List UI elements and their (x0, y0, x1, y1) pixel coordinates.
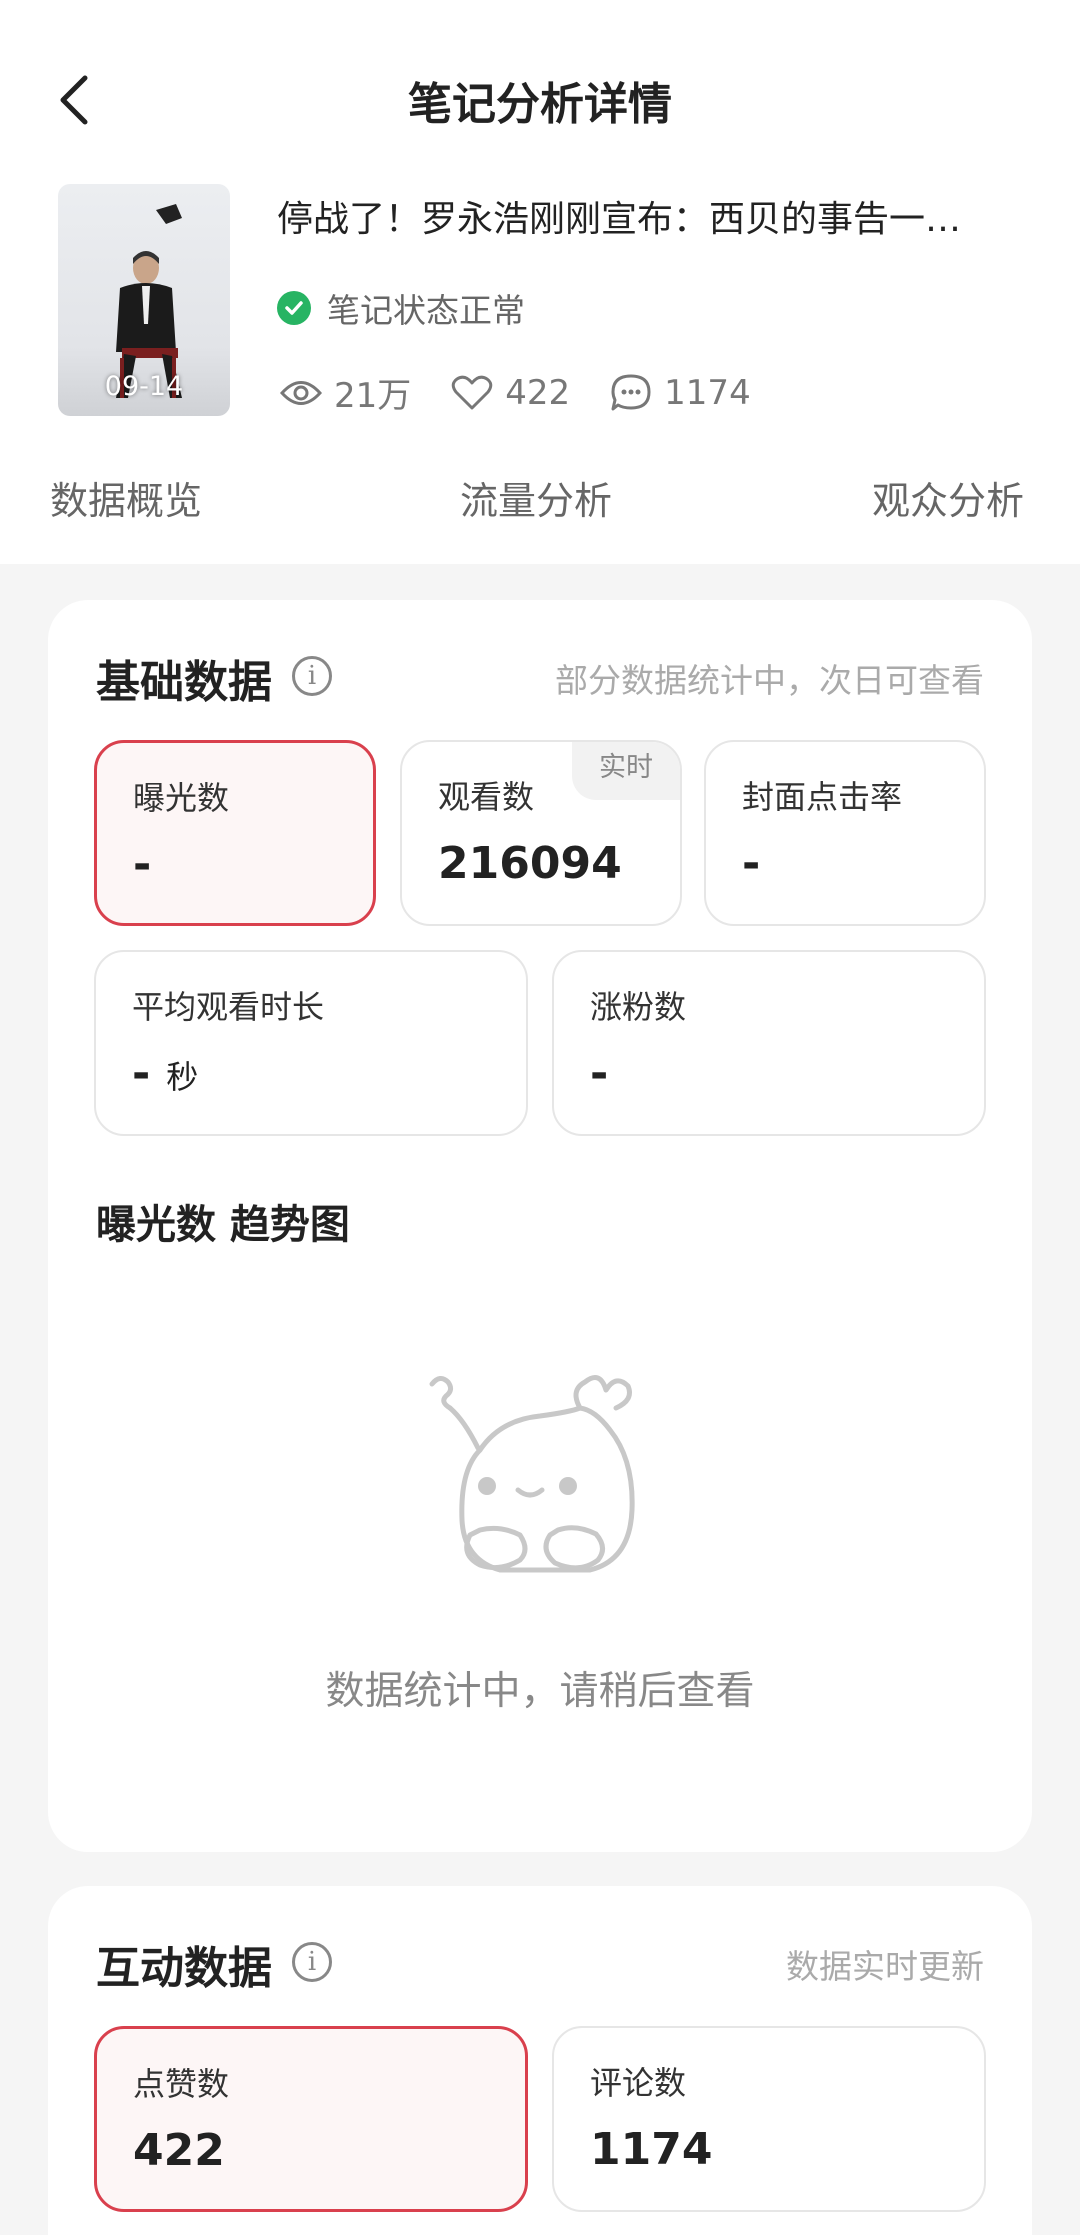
heart-icon (452, 375, 493, 409)
interaction-data-card: 互动数据 i 数据实时更新 点赞数 422 评论数 1174 (48, 1886, 1032, 2235)
likes-count: 422 (505, 372, 571, 413)
metric-new-followers[interactable]: 涨粉数 - (552, 950, 986, 1136)
metric-value: - (742, 838, 761, 889)
empty-state-text: 数据统计中，请稍后查看 (325, 1669, 755, 1714)
metric-value: - (590, 1048, 609, 1099)
tab-bar: 数据概览 流量分析 观众分析 (0, 470, 1080, 530)
metric-comments[interactable]: 评论数 1174 (552, 2026, 986, 2212)
interaction-data-title: 互动数据 (96, 1943, 272, 1994)
basic-data-title: 基础数据 (96, 657, 272, 708)
metric-likes[interactable]: 点赞数 422 (94, 2026, 528, 2212)
metric-label: 点赞数 (133, 2065, 230, 2103)
empty-state-illustration (429, 1375, 635, 1573)
basic-data-note: 部分数据统计中，次日可查看 (555, 661, 984, 700)
note-stats: 21万 422 1174 (280, 368, 791, 417)
tab-overview[interactable]: 数据概览 (50, 470, 202, 525)
views-stat: 21万 (280, 368, 411, 417)
likes-stat: 422 (451, 373, 570, 413)
metric-label: 评论数 (590, 2064, 687, 2102)
eye-icon (280, 380, 322, 405)
interaction-data-note: 数据实时更新 (786, 1947, 984, 1986)
metric-label: 封面点击率 (742, 778, 903, 816)
metric-value: -秒 (132, 1048, 199, 1099)
metric-exposure[interactable]: 曝光数 - (94, 740, 376, 926)
metric-label: 涨粉数 (590, 988, 687, 1026)
metric-label: 观看数 (438, 778, 535, 816)
metric-value: 422 (133, 2125, 225, 2176)
metric-unit: 秒 (166, 1058, 199, 1096)
check-circle-icon (277, 291, 311, 325)
metric-label: 平均观看时长 (132, 988, 325, 1026)
metric-value: 1174 (590, 2124, 713, 2175)
page-title: 笔记分析详情 (408, 79, 672, 130)
metric-value: 216094 (438, 838, 622, 889)
realtime-badge: 实时 (572, 742, 680, 800)
metric-value: - (133, 839, 152, 890)
metric-avg-watch-time[interactable]: 平均观看时长 -秒 (94, 950, 528, 1136)
metric-label: 曝光数 (133, 779, 230, 817)
note-thumbnail[interactable]: 09-14 (58, 184, 230, 416)
note-status: 笔记状态正常 (277, 284, 525, 332)
metric-cover-ctr[interactable]: 封面点击率 - (704, 740, 986, 926)
comments-stat: 1174 (610, 373, 751, 413)
info-icon[interactable]: i (292, 656, 332, 696)
views-count: 21万 (334, 376, 412, 416)
info-icon[interactable]: i (292, 1942, 332, 1982)
comment-icon (611, 374, 651, 410)
tab-audience[interactable]: 观众分析 (872, 470, 1024, 525)
note-title[interactable]: 停战了！罗永浩刚刚宣布：西贝的事告一… (277, 190, 1007, 242)
tab-traffic[interactable]: 流量分析 (460, 470, 612, 525)
metric-views[interactable]: 实时 观看数 216094 (400, 740, 682, 926)
comments-count: 1174 (664, 372, 751, 413)
trend-chart-title: 曝光数 趋势图 (96, 1202, 350, 1248)
basic-data-card: 基础数据 i 部分数据统计中，次日可查看 曝光数 - 实时 观看数 216094… (48, 600, 1032, 1852)
thumbnail-date: 09-14 (104, 371, 184, 402)
header-section: 笔记分析详情 09-14 停战了！罗永浩刚刚宣布：西贝的事告一… 笔记状态正常 (0, 0, 1080, 564)
status-text: 笔记状态正常 (327, 291, 525, 330)
